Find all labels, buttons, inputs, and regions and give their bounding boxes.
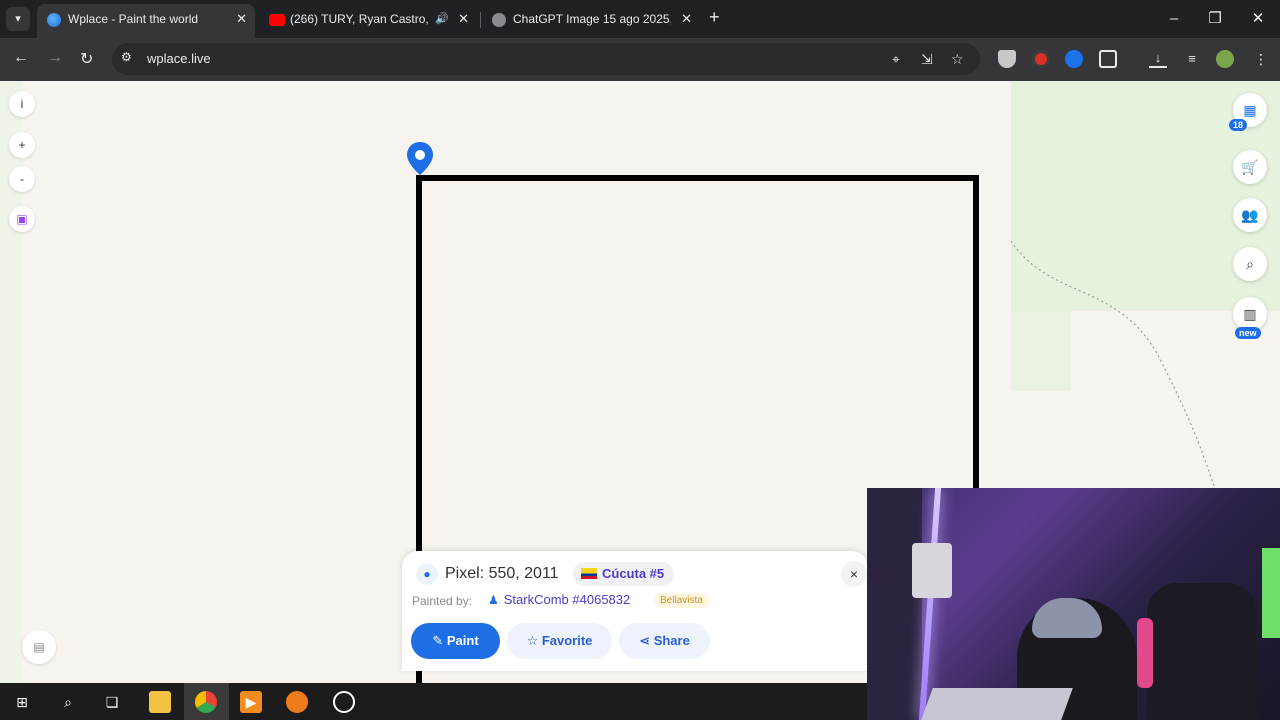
browser-menu-icon[interactable]: ⋮ bbox=[1252, 50, 1270, 68]
tab-search-menu[interactable]: ▾ bbox=[6, 7, 30, 31]
green-light bbox=[1262, 548, 1280, 638]
record-extension-icon[interactable] bbox=[1032, 50, 1050, 68]
region-name: Cúcuta #5 bbox=[602, 566, 665, 581]
star-icon: ☆ bbox=[526, 633, 542, 648]
windows-start-icon[interactable]: ⊞ bbox=[11, 691, 33, 713]
webcam-overlay bbox=[867, 488, 1280, 720]
acoustic-panel bbox=[867, 488, 922, 720]
share-icon: ⋖ bbox=[639, 633, 654, 648]
shield-extension-icon[interactable] bbox=[998, 50, 1016, 68]
favorite-label: Favorite bbox=[541, 633, 593, 648]
painter-link[interactable]: ♟ StarkComb #4065832 bbox=[488, 592, 630, 607]
reload-button[interactable]: ↻ bbox=[80, 49, 93, 69]
paint-label: Paint bbox=[446, 633, 479, 648]
tab-chatgpt-image[interactable]: ChatGPT Image 15 ago 2025, 0 ✕ bbox=[482, 4, 700, 38]
share-button[interactable]: ⋖ Share bbox=[619, 623, 710, 659]
profile-avatar[interactable] bbox=[1216, 50, 1234, 68]
tab-title: ChatGPT Image 15 ago 2025, 0 bbox=[513, 12, 671, 26]
leaderboard-icon[interactable]: ▥ bbox=[1233, 297, 1267, 331]
tab-separator bbox=[480, 12, 481, 28]
obs-icon[interactable] bbox=[333, 691, 355, 713]
youtube-icon bbox=[269, 14, 285, 26]
media-player-icon[interactable]: ▶ bbox=[240, 691, 262, 713]
tab-title: Wplace - Paint the world bbox=[68, 12, 199, 26]
windows-taskbar: ⊞ ⌕ ❏ ▶ bbox=[0, 683, 868, 720]
file-explorer-icon[interactable] bbox=[149, 691, 171, 713]
share-label: Share bbox=[653, 633, 690, 648]
people-icon[interactable]: 👥 bbox=[1233, 198, 1267, 232]
twitch-icon[interactable]: ▣ bbox=[9, 206, 35, 232]
browser-toolbar: ← → ↻ ⚙ wplace.live ⌖ ⇲ ☆ bbox=[0, 38, 1280, 81]
pixel-coordinates: Pixel: 550, 2011 bbox=[445, 565, 559, 582]
info-button[interactable]: i bbox=[9, 91, 35, 117]
close-window-button[interactable]: ✕ bbox=[1236, 4, 1280, 34]
layers-icon[interactable]: ▤ bbox=[22, 630, 56, 664]
user-icon: ♟ bbox=[488, 593, 499, 607]
location-pin-icon bbox=[407, 142, 433, 175]
sync-extension-icon[interactable] bbox=[1065, 50, 1083, 68]
site-settings-icon[interactable]: ⚙ bbox=[121, 50, 137, 66]
favorite-button[interactable]: ☆ Favorite bbox=[507, 623, 612, 659]
led-light-bar bbox=[918, 488, 942, 720]
notification-badge: 18 bbox=[1229, 119, 1248, 131]
painter-name: StarkComb #4065832 bbox=[503, 592, 631, 607]
chair-accent bbox=[1137, 618, 1153, 688]
laptop bbox=[921, 688, 1073, 720]
search-globe-icon[interactable]: ⌕ bbox=[1233, 247, 1267, 281]
close-tab-icon[interactable]: ✕ bbox=[236, 4, 247, 34]
tab-youtube[interactable]: (266) TURY, Ryan Castro, Bl 🔊 ✕ bbox=[259, 4, 477, 38]
gaming-chair bbox=[1147, 583, 1257, 720]
close-tab-icon[interactable]: ✕ bbox=[458, 4, 469, 34]
tab-title: (266) TURY, Ryan Castro, Bl bbox=[290, 12, 428, 26]
colombia-flag-icon bbox=[581, 568, 597, 579]
zoom-out-button[interactable]: - bbox=[9, 166, 35, 192]
tab-wplace[interactable]: Wplace - Paint the world ✕ bbox=[37, 4, 255, 38]
location-icon[interactable]: ⌖ bbox=[892, 51, 900, 68]
screen: ▾ Wplace - Paint the world ✕ (266) TURY,… bbox=[0, 0, 1280, 720]
close-popup-button[interactable]: × bbox=[841, 561, 867, 587]
close-tab-icon[interactable]: ✕ bbox=[681, 4, 692, 34]
address-bar[interactable]: ⚙ wplace.live ⌖ ⇲ ☆ bbox=[112, 43, 980, 75]
team-badge: Bellavista bbox=[654, 593, 709, 608]
studio-monitor bbox=[912, 543, 952, 598]
bookmark-star-icon[interactable]: ☆ bbox=[951, 51, 964, 68]
back-button[interactable]: ← bbox=[13, 49, 29, 67]
download-icon[interactable]: ↓ bbox=[1149, 50, 1167, 68]
cart-icon[interactable]: 🛒 bbox=[1233, 150, 1267, 184]
zoom-in-button[interactable]: + bbox=[9, 132, 35, 158]
browser-tab-bar: ▾ Wplace - Paint the world ✕ (266) TURY,… bbox=[0, 0, 1280, 38]
media-control-icon[interactable]: ≡ bbox=[1183, 50, 1201, 68]
restore-button[interactable]: ❐ bbox=[1193, 4, 1237, 34]
search-icon[interactable]: ⌕ bbox=[57, 691, 79, 713]
forward-button[interactable]: → bbox=[47, 49, 63, 67]
extensions-puzzle-icon[interactable] bbox=[1099, 50, 1117, 68]
install-app-icon[interactable]: ⇲ bbox=[921, 51, 933, 68]
chrome-icon[interactable] bbox=[195, 691, 217, 713]
paint-brush-icon: ✎ bbox=[432, 633, 447, 648]
location-pin-icon: ● bbox=[416, 563, 438, 585]
globe-icon bbox=[47, 13, 61, 27]
region-chip[interactable]: Cúcuta #5 bbox=[573, 562, 675, 586]
fl-studio-icon[interactable] bbox=[286, 691, 308, 713]
url-text: wplace.live bbox=[147, 51, 211, 66]
paint-button[interactable]: ✎ Paint bbox=[411, 623, 500, 659]
new-tab-button[interactable]: + bbox=[709, 7, 720, 28]
chrome-web-icon bbox=[492, 13, 506, 27]
speaker-icon[interactable]: 🔊 bbox=[435, 4, 449, 34]
map-trail-line bbox=[1011, 241, 1217, 491]
new-badge: new bbox=[1235, 327, 1261, 339]
painted-by-label: Painted by: bbox=[412, 594, 473, 608]
task-view-icon[interactable]: ❏ bbox=[101, 691, 123, 713]
pixel-info-popup: ● Pixel: 550, 2011 Cúcuta #5 × Painted b… bbox=[402, 551, 868, 671]
minimize-button[interactable]: – bbox=[1152, 4, 1196, 34]
